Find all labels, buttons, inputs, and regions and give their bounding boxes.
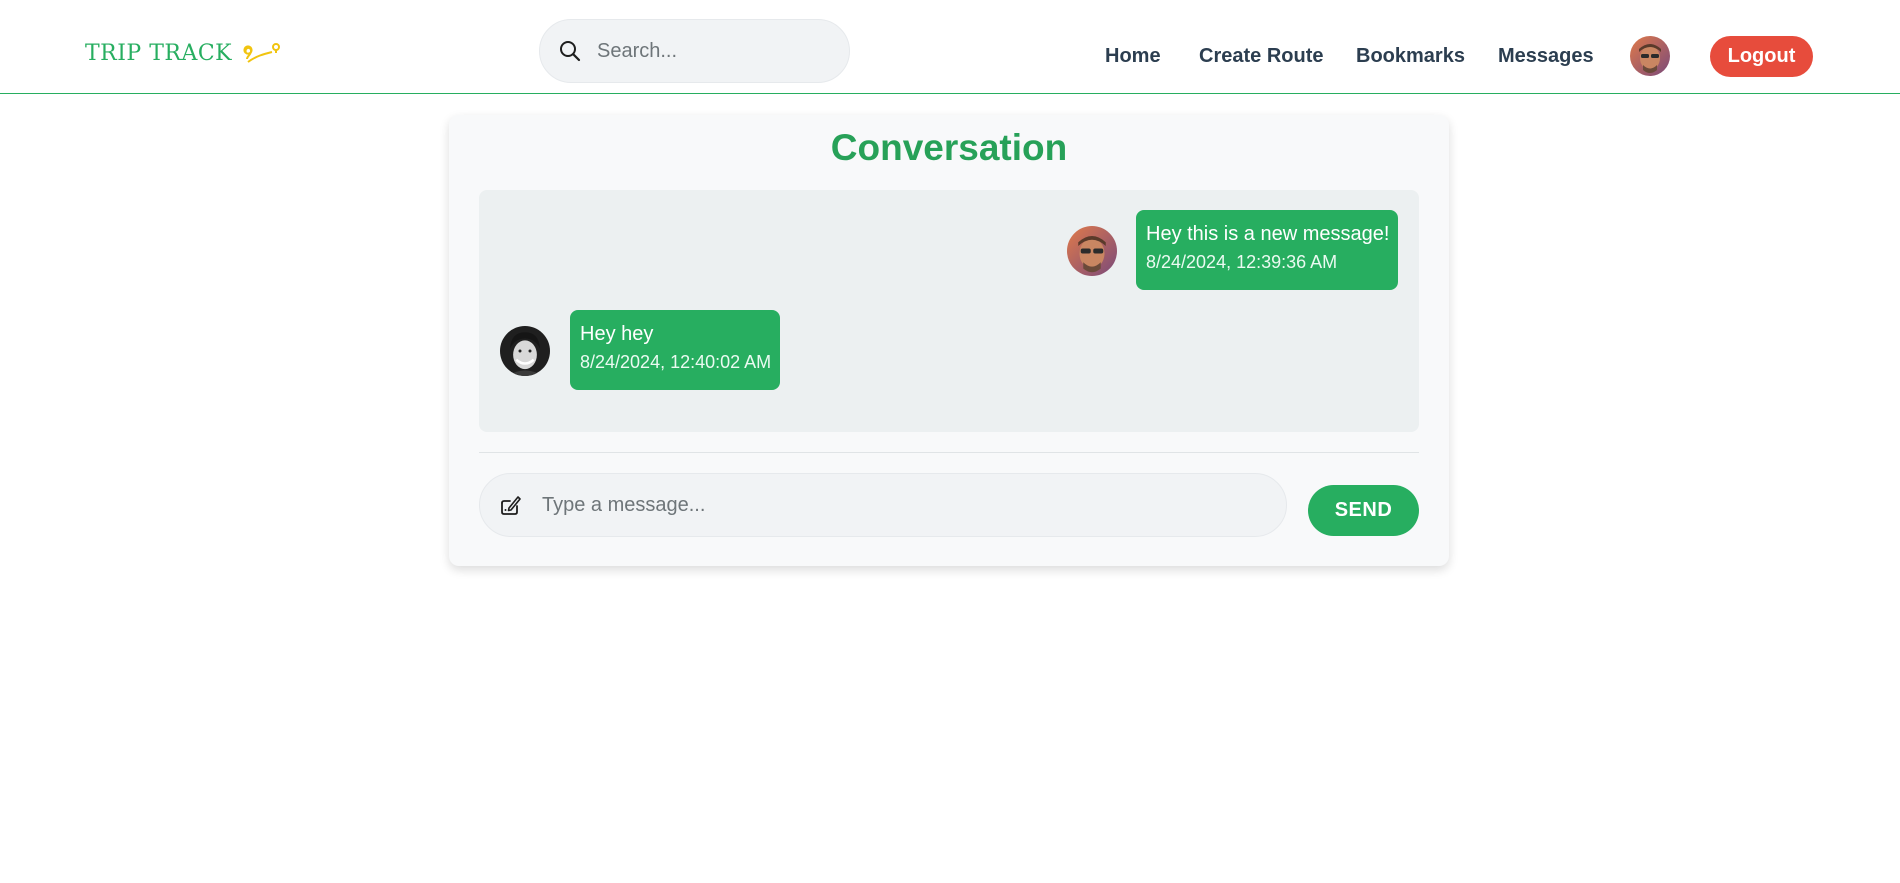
sender-avatar-photo — [1067, 226, 1117, 276]
nav-bookmarks-link[interactable]: Bookmarks — [1356, 45, 1465, 68]
message-composer[interactable] — [479, 473, 1287, 537]
nav-home-link[interactable]: Home — [1105, 45, 1161, 68]
recipient-avatar — [500, 326, 550, 376]
nav-messages-link[interactable]: Messages — [1498, 45, 1594, 68]
message-timestamp: 8/24/2024, 12:40:02 AM — [580, 352, 772, 372]
message-text: Hey this is a new message! — [1146, 223, 1390, 245]
composer-divider — [479, 452, 1419, 453]
message-input[interactable] — [540, 492, 1240, 518]
message-bubble-sent: Hey this is a new message! 8/24/2024, 12… — [1136, 210, 1398, 290]
sender-avatar — [1067, 226, 1117, 276]
logout-button[interactable]: Logout — [1710, 36, 1813, 77]
message-timestamp: 8/24/2024, 12:39:36 AM — [1146, 252, 1338, 272]
search-bar[interactable] — [539, 19, 850, 83]
search-icon — [560, 41, 581, 62]
route-pin-icon — [243, 42, 281, 63]
conversation-card: Conversation Hey this is a new message! … — [449, 115, 1449, 566]
search-input[interactable] — [595, 38, 815, 64]
top-navbar: TRIP TRACK Home Create Route Bookmarks M… — [0, 0, 1900, 94]
brand-name: TRIP TRACK — [85, 41, 233, 66]
message-bubble-received: Hey hey 8/24/2024, 12:40:02 AM — [570, 310, 780, 390]
send-button[interactable]: SEND — [1308, 485, 1419, 536]
message-text: Hey hey — [580, 323, 654, 345]
message-list[interactable]: Hey this is a new message! 8/24/2024, 12… — [479, 190, 1419, 432]
conversation-title: Conversation — [830, 127, 1068, 168]
recipient-avatar-photo — [500, 326, 550, 376]
nav-create-route-link[interactable]: Create Route — [1199, 45, 1323, 68]
brand-logo[interactable]: TRIP TRACK — [85, 41, 282, 66]
user-avatar[interactable] — [1630, 36, 1670, 76]
avatar-photo — [1630, 36, 1670, 76]
write-icon — [501, 496, 521, 515]
